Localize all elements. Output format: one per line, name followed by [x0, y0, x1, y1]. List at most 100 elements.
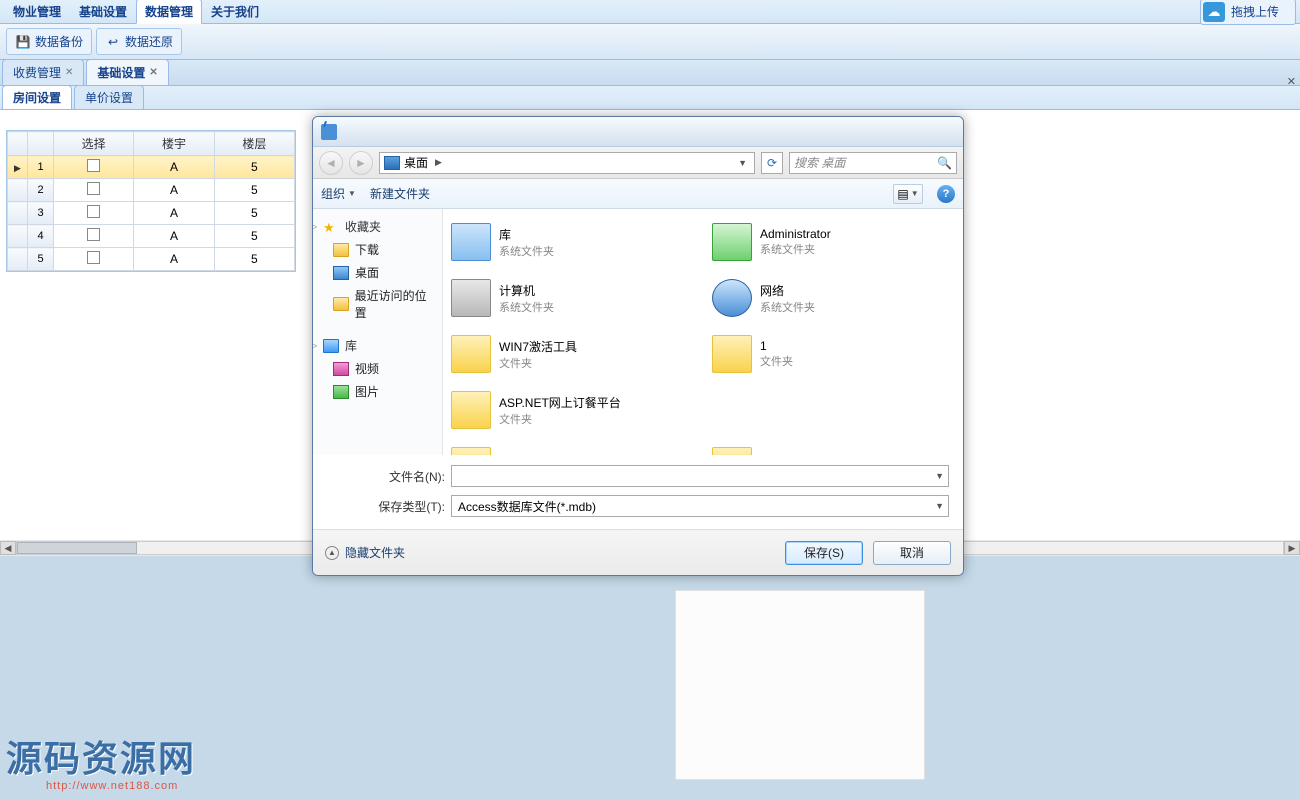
- star-icon: ★: [323, 220, 339, 234]
- file-sub: 文件夹: [499, 411, 621, 427]
- new-folder-button[interactable]: 新建文件夹: [370, 185, 430, 202]
- dialog-titlebar[interactable]: [313, 117, 963, 147]
- nav-back-button[interactable]: ◄: [319, 151, 343, 175]
- menu-about[interactable]: 关于我们: [202, 0, 268, 24]
- scroll-thumb[interactable]: [17, 542, 137, 554]
- backup-button[interactable]: 💾 数据备份: [6, 28, 92, 55]
- filetype-select[interactable]: Access数据库文件(*.mdb)▼: [451, 495, 949, 517]
- hide-folders-link[interactable]: ▲ 隐藏文件夹: [325, 544, 405, 561]
- cell-select[interactable]: [54, 179, 134, 202]
- tree-videos[interactable]: 视频: [315, 357, 440, 380]
- nav-tree[interactable]: ▷★收藏夹 下载 桌面 最近访问的位置 ▷库 视频 图片: [313, 209, 443, 455]
- library-icon: [323, 339, 339, 353]
- cell-floor: 5: [214, 225, 294, 248]
- close-icon[interactable]: ✕: [149, 67, 157, 78]
- row-selector[interactable]: [8, 202, 28, 225]
- col-select[interactable]: 选择: [54, 132, 134, 156]
- chevron-down-icon: ▼: [911, 189, 919, 198]
- row-selector[interactable]: [8, 225, 28, 248]
- toolbar: 💾 数据备份 ↩ 数据还原: [0, 24, 1300, 60]
- cell-building: A: [134, 225, 214, 248]
- chevron-right-icon[interactable]: ▶: [432, 157, 445, 168]
- help-button[interactable]: ?: [937, 185, 955, 203]
- close-icon[interactable]: ✕: [65, 67, 73, 78]
- file-item[interactable]: WIN7激活工具文件夹: [447, 327, 698, 381]
- file-item[interactable]: [708, 383, 959, 437]
- search-placeholder: 搜索 桌面: [794, 154, 845, 171]
- file-item[interactable]: [708, 439, 959, 455]
- upload-label: 拖拽上传: [1231, 3, 1279, 20]
- tree-recent[interactable]: 最近访问的位置: [315, 284, 440, 324]
- chevron-down-icon[interactable]: ▼: [735, 158, 750, 168]
- grid-rownum-header: [28, 132, 54, 156]
- tree-fav-label: 收藏夹: [345, 218, 381, 235]
- tree-desktop[interactable]: 桌面: [315, 261, 440, 284]
- file-item[interactable]: 网络系统文件夹: [708, 271, 959, 325]
- file-item[interactable]: Administrator系统文件夹: [708, 215, 959, 269]
- save-button[interactable]: 保存(S): [785, 541, 863, 565]
- file-item[interactable]: 1文件夹: [708, 327, 959, 381]
- menu-property[interactable]: 物业管理: [4, 0, 70, 24]
- file-item[interactable]: ASP.NET网上订餐平台文件夹: [447, 383, 698, 437]
- scroll-left-icon[interactable]: ◀: [0, 541, 16, 555]
- cell-select[interactable]: [54, 156, 134, 179]
- table-row[interactable]: 5A5: [8, 248, 295, 271]
- refresh-button[interactable]: ⟳: [761, 152, 783, 174]
- row-selector[interactable]: ▶: [8, 156, 28, 179]
- checkbox[interactable]: [87, 228, 100, 241]
- breadcrumb[interactable]: 桌面 ▶ ▼: [379, 152, 755, 174]
- tree-libraries[interactable]: ▷库: [315, 334, 440, 357]
- menu-base-settings[interactable]: 基础设置: [70, 0, 136, 24]
- cell-select[interactable]: [54, 225, 134, 248]
- table-row[interactable]: 4A5: [8, 225, 295, 248]
- tab-fee-mgmt[interactable]: 收费管理 ✕: [2, 59, 84, 85]
- table-row[interactable]: 3A5: [8, 202, 295, 225]
- table-row[interactable]: ▶1A5: [8, 156, 295, 179]
- table-row[interactable]: 2A5: [8, 179, 295, 202]
- file-name: 库: [499, 226, 554, 243]
- file-name: ASP.NET网上订餐平台: [499, 394, 621, 411]
- row-selector[interactable]: [8, 179, 28, 202]
- hide-folders-label: 隐藏文件夹: [345, 544, 405, 561]
- restore-label: 数据还原: [125, 33, 173, 50]
- filename-input[interactable]: ▼: [451, 465, 949, 487]
- chevron-down-icon[interactable]: ▼: [935, 501, 944, 511]
- cancel-button[interactable]: 取消: [873, 541, 951, 565]
- folder-icon: [451, 279, 491, 317]
- location-icon: [384, 156, 400, 170]
- scroll-right-icon[interactable]: ▶: [1284, 541, 1300, 555]
- grid-corner: [8, 132, 28, 156]
- tab-base-settings[interactable]: 基础设置 ✕: [86, 59, 168, 85]
- tab-price-setting[interactable]: 单价设置: [74, 85, 144, 109]
- upload-button[interactable]: ☁ 拖拽上传: [1200, 0, 1296, 25]
- col-building[interactable]: 楼宇: [134, 132, 214, 156]
- file-item[interactable]: doubleBall2.0: [447, 439, 698, 455]
- tree-downloads[interactable]: 下载: [315, 238, 440, 261]
- restore-button[interactable]: ↩ 数据还原: [96, 28, 182, 55]
- checkbox[interactable]: [87, 205, 100, 218]
- checkbox[interactable]: [87, 251, 100, 264]
- data-grid[interactable]: 选择 楼宇 楼层 ▶1A52A53A54A55A5: [6, 130, 296, 272]
- file-item[interactable]: 计算机系统文件夹: [447, 271, 698, 325]
- checkbox[interactable]: [87, 182, 100, 195]
- tab-room-setting[interactable]: 房间设置: [2, 85, 72, 109]
- nav-forward-button[interactable]: ►: [349, 151, 373, 175]
- cell-select[interactable]: [54, 202, 134, 225]
- search-input[interactable]: 搜索 桌面 🔍: [789, 152, 957, 174]
- view-mode-button[interactable]: ▤▼: [893, 184, 923, 204]
- menu-data-mgmt[interactable]: 数据管理: [136, 0, 202, 24]
- cell-floor: 5: [214, 156, 294, 179]
- organize-button[interactable]: 组织 ▼: [321, 185, 356, 202]
- outer-tabs-close-icon[interactable]: ✕: [1287, 75, 1296, 88]
- files-pane[interactable]: 库系统文件夹Administrator系统文件夹计算机系统文件夹网络系统文件夹W…: [443, 209, 963, 455]
- chevron-down-icon[interactable]: ▼: [935, 471, 944, 481]
- file-item[interactable]: 库系统文件夹: [447, 215, 698, 269]
- tree-favorites[interactable]: ▷★收藏夹: [315, 215, 440, 238]
- cell-select[interactable]: [54, 248, 134, 271]
- tree-pictures[interactable]: 图片: [315, 380, 440, 403]
- row-selector[interactable]: [8, 248, 28, 271]
- col-floor[interactable]: 楼层: [214, 132, 294, 156]
- cell-floor: 5: [214, 179, 294, 202]
- tab-fee-label: 收费管理: [13, 64, 61, 81]
- checkbox[interactable]: [87, 159, 100, 172]
